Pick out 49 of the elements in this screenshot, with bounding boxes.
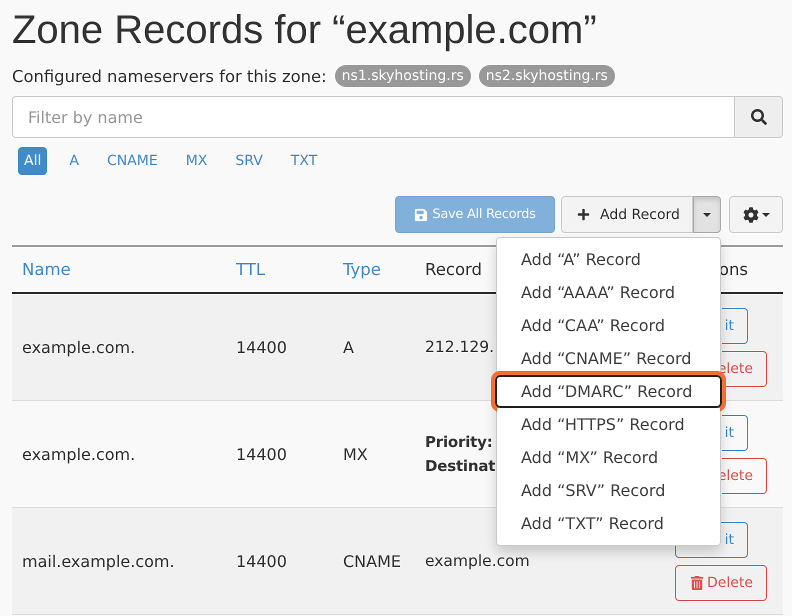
delete-button[interactable]: Delete (675, 565, 767, 601)
menu-item[interactable]: Add “TXT” Record (497, 507, 720, 540)
search-field[interactable]: Filter by name (12, 96, 734, 138)
nameserver-badge: ns2.skyhosting.rs (478, 65, 615, 87)
caret-icon (703, 212, 711, 216)
page-title: Zone Records for “example.com” (12, 7, 597, 53)
type-filter-tab[interactable]: CNAME (100, 147, 164, 175)
record-text: 212.129. (425, 337, 494, 358)
plus-icon (577, 208, 590, 221)
table-cell: 14400 (236, 444, 287, 464)
record-text: Priority: (425, 432, 493, 453)
type-filter-tab[interactable]: All (18, 147, 48, 175)
column-header[interactable]: Name (22, 260, 71, 279)
column-header[interactable]: Type (343, 260, 381, 279)
record-text: example.com (425, 551, 530, 572)
nameservers-label: Configured nameservers for this zone: (12, 66, 327, 86)
column-header[interactable]: TTL (236, 260, 266, 279)
edit-button[interactable]: it (675, 522, 748, 558)
type-filter-tab[interactable]: TXT (284, 147, 324, 175)
table-cell: 14400 (236, 338, 287, 356)
search-button[interactable] (734, 96, 783, 138)
settings-icon (742, 206, 758, 222)
edit-button[interactable]: it (722, 308, 748, 344)
table-cell: CNAME (343, 552, 401, 570)
record-text: Destinat (425, 456, 496, 477)
menu-item[interactable]: Add “CAA” Record (497, 309, 720, 342)
settings-button[interactable] (729, 196, 783, 233)
dropdown-toggle[interactable] (693, 196, 721, 233)
table-cell: example.com. (22, 338, 136, 356)
nameserver-badge: ns1.skyhosting.rs (334, 65, 471, 87)
table-cell: example.com. (22, 444, 136, 464)
caret-icon (762, 212, 770, 216)
table-cell: 14400 (236, 552, 287, 570)
menu-item[interactable]: Add “AAAA” Record (497, 276, 720, 309)
menu-item[interactable]: Add “MX” Record (497, 441, 720, 474)
type-filter-tab[interactable]: MX (180, 147, 214, 175)
menu-item[interactable]: Add “A” Record (497, 243, 720, 276)
search-icon (750, 109, 766, 125)
edit-button[interactable]: it (722, 415, 748, 451)
type-filter-tab[interactable]: A (63, 147, 85, 175)
table-cell: MX (343, 444, 368, 464)
type-filter-tab[interactable]: SRV (229, 147, 269, 175)
table-cell: A (343, 338, 354, 356)
menu-item[interactable]: Add “SRV” Record (497, 474, 720, 507)
table-cell: mail.example.com. (22, 552, 175, 570)
menu-item[interactable]: Add “HTTPS” Record (497, 408, 720, 441)
add-record-button[interactable]: Add Record (561, 196, 693, 233)
column-header: Record (425, 260, 482, 279)
menu-item[interactable]: Add “DMARC” Record (491, 371, 726, 412)
